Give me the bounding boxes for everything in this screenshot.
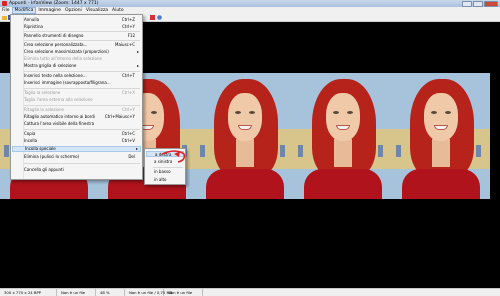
status-bar: 300 x 770 x 24 BPP Non è un file 48 % No…: [0, 288, 500, 296]
irfanview-logo-icon: [2, 1, 7, 6]
menu-item-selezione-massimizzata[interactable]: Crea selezione massimizzata (proporzioni…: [12, 49, 141, 55]
menu-item-elimina-interno: Elimina tutto all'interno della selezion…: [24, 56, 102, 61]
menu-item-inserisci-immagine[interactable]: Inserisci immagine (sovrapposta/filigran…: [12, 80, 141, 86]
status-zoom: 48 %: [96, 289, 125, 296]
maximize-button[interactable]: [473, 0, 483, 7]
menu-item-ritaglio-automatico[interactable]: Ritaglio automatico intorno ai bordi Ctrl…: [12, 114, 141, 120]
menu-item-taglia-selezione: Taglia la selezione Ctrl+X: [24, 90, 135, 95]
info-icon[interactable]: [157, 15, 162, 20]
title-bar: Appunti - IrfanView (Zoom: 1447 x 771): [0, 0, 500, 7]
close-button[interactable]: [484, 0, 498, 7]
menu-item-ritaglia-selezione: Ritaglia la selezione Ctrl+Y: [24, 107, 135, 112]
status-file: Non è un file: [57, 289, 96, 296]
image-tile: [294, 73, 392, 199]
annotation-arrow-icon: [161, 150, 186, 163]
open-folder-icon[interactable]: [2, 15, 7, 20]
menu-visualizza[interactable]: Visualizza: [84, 7, 110, 14]
image-tile: [392, 73, 490, 199]
menu-item-elimina-pulisci[interactable]: Elimina (pulisci lo schermo) Del: [12, 154, 141, 160]
menu-immagine[interactable]: Immagine: [36, 7, 63, 14]
menu-bar: File Modifica Immagine Opzioni Visualizz…: [0, 7, 500, 14]
menu-item-ripristina[interactable]: Ripristina Ctrl+Y: [12, 24, 141, 30]
image-tile: [196, 73, 294, 199]
menu-file[interactable]: File: [0, 7, 12, 14]
menu-item-cancella-appunti[interactable]: Cancella gli appunti: [12, 167, 141, 173]
submenu-item-in-basso[interactable]: in basso: [146, 169, 184, 175]
paint-icon[interactable]: [150, 15, 155, 20]
status-dimensions: 300 x 770 x 24 BPP: [0, 289, 57, 296]
chevron-right-icon: ▸: [136, 49, 139, 54]
menu-item-pannello-disegno[interactable]: Pannello strumenti di disegno F12: [12, 33, 141, 39]
menu-item-taglia-esterno: Taglia l'area esterna alla selezione: [24, 97, 93, 102]
status-size: Non è un file / 0,75 MB: [125, 289, 172, 296]
menu-item-inserisci-testo[interactable]: Inserisci testo nella selezione... Ctrl+T: [12, 73, 141, 79]
chevron-right-icon: ▸: [135, 146, 138, 151]
menu-item-incolla-speciale[interactable]: Incolla speciale ▸: [12, 146, 141, 152]
window-controls: [462, 0, 498, 7]
edit-menu: Annulla Ctrl+Z Ripristina Ctrl+Y Pannello …: [10, 14, 143, 180]
menu-item-incolla[interactable]: Incolla Ctrl+V: [12, 138, 141, 144]
menu-item-cattura-area[interactable]: Cattura l'area visibile della finestra: [12, 121, 141, 127]
chevron-right-icon: ▸: [136, 63, 139, 68]
status-date: Non è un file: [164, 289, 203, 296]
menu-opzioni[interactable]: Opzioni: [63, 7, 84, 14]
menu-item-selezione-personalizzata[interactable]: Crea selezione personalizzata... Maiusc+C: [12, 42, 141, 48]
submenu-item-in-alto[interactable]: in alto: [146, 177, 184, 183]
menu-item-copia[interactable]: Copia Ctrl+C: [12, 131, 141, 137]
window-title: Appunti - IrfanView (Zoom: 1447 x 771): [9, 1, 99, 6]
menu-modifica[interactable]: Modifica: [11, 7, 37, 14]
minimize-button[interactable]: [462, 0, 472, 7]
menu-item-annulla[interactable]: Annulla Ctrl+Z: [12, 17, 141, 23]
menu-item-griglia-selezione[interactable]: Mostra griglia di selezione ▸: [12, 63, 141, 69]
menu-aiuto[interactable]: Aiuto: [110, 7, 126, 14]
